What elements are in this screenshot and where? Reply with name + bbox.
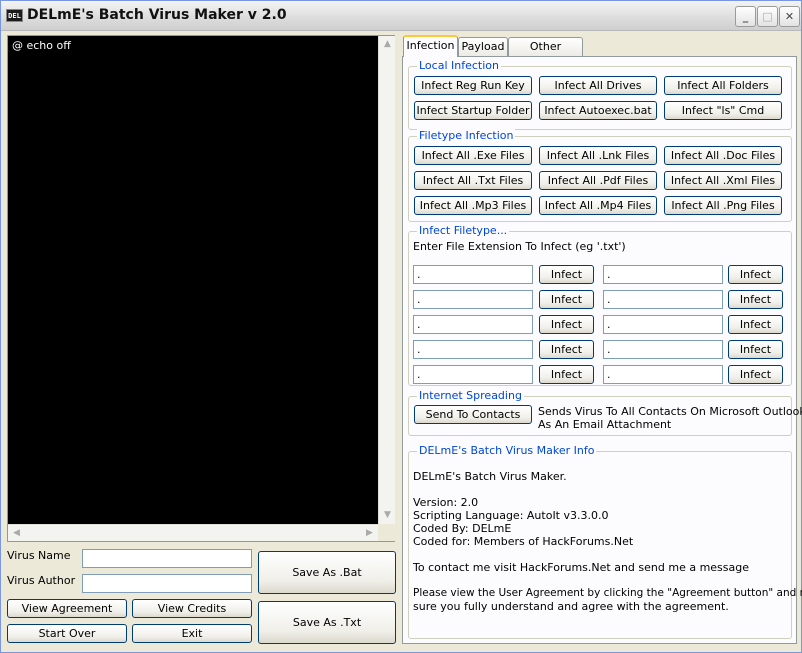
main-window: DEL DELmE's Batch Virus Maker v 2.0 _ □ … xyxy=(0,0,802,653)
internet-spreading-title: Internet Spreading xyxy=(417,389,524,402)
local-infection-title: Local Infection xyxy=(417,59,501,72)
console-text: @ echo off xyxy=(12,39,71,52)
scroll-right-icon[interactable]: ▶ xyxy=(361,525,378,542)
start-over-button[interactable]: Start Over xyxy=(7,624,127,643)
vertical-scrollbar[interactable]: ▲ ▼ xyxy=(378,36,395,524)
extension-input[interactable]: . xyxy=(413,365,533,384)
window-title: DELmE's Batch Virus Maker v 2.0 xyxy=(27,7,287,23)
extension-input[interactable]: . xyxy=(603,340,723,359)
virus-author-label: Virus Author xyxy=(7,574,76,587)
info-coded-for: Coded for: Members of HackForums.Net xyxy=(413,535,634,548)
infect-startup-folder-button[interactable]: Infect Startup Folder xyxy=(414,101,532,120)
infect-exe-files-button[interactable]: Infect All .Exe Files xyxy=(414,146,532,165)
extension-input[interactable]: . xyxy=(603,315,723,334)
extension-input[interactable]: . xyxy=(413,315,533,334)
filetype-infection-group: Filetype Infection Infect All .Exe Files… xyxy=(408,129,792,222)
view-agreement-button[interactable]: View Agreement xyxy=(7,599,127,618)
infect-all-drives-button[interactable]: Infect All Drives xyxy=(539,76,657,95)
info-agreement-line1: Please view the User Agreement by clicki… xyxy=(413,587,802,599)
infect-autoexec-button[interactable]: Infect Autoexec.bat xyxy=(539,101,657,120)
virus-name-label: Virus Name xyxy=(7,549,71,562)
maximize-button[interactable]: □ xyxy=(757,6,778,27)
infect-ls-cmd-button[interactable]: Infect "ls" Cmd xyxy=(664,101,782,120)
infect-filetype-instruction: Enter File Extension To Infect (eg '.txt… xyxy=(413,240,626,253)
virus-author-input[interactable] xyxy=(82,574,252,593)
info-contact: To contact me visit HackForums.Net and s… xyxy=(413,561,750,574)
infect-extension-button[interactable]: Infect xyxy=(539,265,594,284)
extension-input[interactable]: . xyxy=(603,365,723,384)
info-group: DELmE's Batch Virus Maker Info DELmE's B… xyxy=(408,444,802,639)
exit-button[interactable]: Exit xyxy=(132,624,252,643)
save-as-txt-button[interactable]: Save As .Txt xyxy=(258,601,396,644)
infect-extension-button[interactable]: Infect xyxy=(728,315,783,334)
info-title: DELmE's Batch Virus Maker Info xyxy=(417,444,597,457)
infect-txt-files-button[interactable]: Infect All .Txt Files xyxy=(414,171,532,190)
scroll-left-icon[interactable]: ◀ xyxy=(8,525,25,542)
info-language: Scripting Language: AutoIt v3.3.0.0 xyxy=(413,509,609,522)
internet-spreading-group: Internet Spreading Send To Contacts Send… xyxy=(408,389,802,436)
infect-lnk-files-button[interactable]: Infect All .Lnk Files xyxy=(539,146,657,165)
infect-extension-button[interactable]: Infect xyxy=(728,290,783,309)
infect-mp3-files-button[interactable]: Infect All .Mp3 Files xyxy=(414,196,532,215)
extension-input[interactable]: . xyxy=(603,290,723,309)
extension-input[interactable]: . xyxy=(413,265,533,284)
batch-script-output[interactable]: @ echo off ▲ ▼ ◀ ▶ xyxy=(7,35,395,542)
local-infection-group: Local Infection Infect Reg Run Key Infec… xyxy=(408,59,792,130)
extension-input[interactable]: . xyxy=(603,265,723,284)
info-agreement-line2: sure you fully understand and agree with… xyxy=(413,600,729,613)
infect-extension-button[interactable]: Infect xyxy=(728,265,783,284)
spreading-description-line1: Sends Virus To All Contacts On Microsoft… xyxy=(538,405,802,418)
tab-payload[interactable]: Payload xyxy=(458,37,508,56)
tab-infection[interactable]: Infection xyxy=(403,35,458,57)
infect-extension-button[interactable]: Infect xyxy=(539,315,594,334)
infect-extension-button[interactable]: Infect xyxy=(539,290,594,309)
infect-extension-button[interactable]: Infect xyxy=(539,340,594,359)
app-icon: DEL xyxy=(6,9,23,22)
infect-extension-button[interactable]: Infect xyxy=(728,365,783,384)
infect-doc-files-button[interactable]: Infect All .Doc Files xyxy=(664,146,782,165)
info-coded-by: Coded By: DELmE xyxy=(413,522,512,535)
save-as-bat-button[interactable]: Save As .Bat xyxy=(258,551,396,594)
infect-extension-button[interactable]: Infect xyxy=(539,365,594,384)
send-to-contacts-button[interactable]: Send To Contacts xyxy=(414,405,532,424)
scroll-down-icon[interactable]: ▼ xyxy=(379,507,396,524)
infect-reg-run-key-button[interactable]: Infect Reg Run Key xyxy=(414,76,532,95)
infect-extension-button[interactable]: Infect xyxy=(728,340,783,359)
info-line-name: DELmE's Batch Virus Maker. xyxy=(413,470,567,483)
infection-tab-panel: Local Infection Infect Reg Run Key Infec… xyxy=(402,56,802,644)
extension-input[interactable]: . xyxy=(413,340,533,359)
minimize-button[interactable]: _ xyxy=(735,6,756,27)
infect-filetype-title: Infect Filetype... xyxy=(417,224,510,237)
infect-xml-files-button[interactable]: Infect All .Xml Files xyxy=(664,171,782,190)
extension-input[interactable]: . xyxy=(413,290,533,309)
title-bar[interactable]: DEL DELmE's Batch Virus Maker v 2.0 _ □ … xyxy=(1,1,801,31)
infect-png-files-button[interactable]: Infect All .Png Files xyxy=(664,196,782,215)
filetype-infection-title: Filetype Infection xyxy=(417,129,516,142)
horizontal-scrollbar[interactable]: ◀ ▶ xyxy=(8,524,378,541)
infect-filetype-group: Infect Filetype... Enter File Extension … xyxy=(408,224,792,386)
infect-mp4-files-button[interactable]: Infect All .Mp4 Files xyxy=(539,196,657,215)
tab-other-options[interactable]: Other Options xyxy=(508,37,583,71)
scroll-up-icon[interactable]: ▲ xyxy=(379,36,396,53)
info-version: Version: 2.0 xyxy=(413,496,479,509)
spreading-description-line2: As An Email Attachment xyxy=(538,418,672,431)
view-credits-button[interactable]: View Credits xyxy=(132,599,252,618)
infect-pdf-files-button[interactable]: Infect All .Pdf Files xyxy=(539,171,657,190)
infect-all-folders-button[interactable]: Infect All Folders xyxy=(664,76,782,95)
virus-name-input[interactable] xyxy=(82,549,252,568)
scroll-corner xyxy=(378,524,395,541)
close-button[interactable]: ✕ xyxy=(779,6,800,27)
